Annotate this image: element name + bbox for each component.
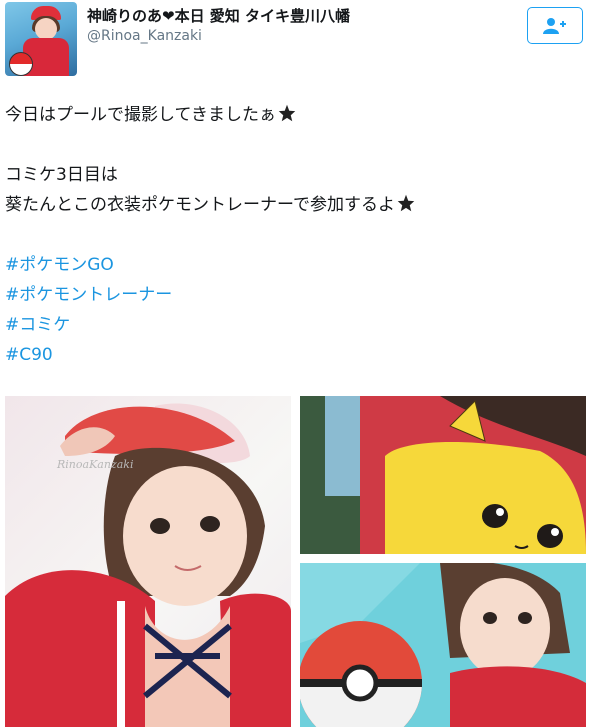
pikachu-backpack-photo — [300, 396, 586, 554]
display-name[interactable]: 神崎りのあ❤本日 愛知 タイキ豊川八幡 — [87, 5, 350, 26]
cosplay-photo — [5, 403, 291, 727]
hashtag-link[interactable]: #コミケ — [5, 315, 70, 335]
star-icon — [397, 194, 415, 212]
photo-bottom-right[interactable] — [300, 563, 586, 727]
add-user-icon — [543, 17, 566, 34]
photo-top-right[interactable] — [300, 396, 586, 554]
hashtag-link[interactable]: #C90 — [5, 345, 53, 365]
avatar[interactable] — [5, 2, 77, 76]
tweet-text: 今日はプールで撮影してきましたぁ コミケ3日目は 葵たんとこの衣装ポケモントレー… — [5, 100, 585, 370]
star-icon — [278, 104, 296, 122]
pokeball-photo — [300, 563, 586, 727]
tweet-line: 葵たんとこの衣装ポケモントレーナーで参加するよ — [5, 195, 395, 215]
tweet-line: コミケ3日目は — [5, 165, 118, 185]
user-handle[interactable]: @Rinoa_Kanzaki — [87, 28, 202, 44]
hashtag-link[interactable]: #ポケモンGO — [5, 255, 114, 275]
media-grid: RinoaKanzaki — [5, 396, 586, 727]
follow-button[interactable] — [527, 7, 583, 44]
tweet-line: 今日はプールで撮影してきましたぁ — [5, 105, 276, 125]
watermark: RinoaKanzaki — [57, 458, 134, 471]
photo-main[interactable]: RinoaKanzaki — [5, 396, 291, 727]
hashtag-link[interactable]: #ポケモントレーナー — [5, 285, 172, 305]
tweet-header: 神崎りのあ❤本日 愛知 タイキ豊川八幡 @Rinoa_Kanzaki — [0, 0, 594, 90]
